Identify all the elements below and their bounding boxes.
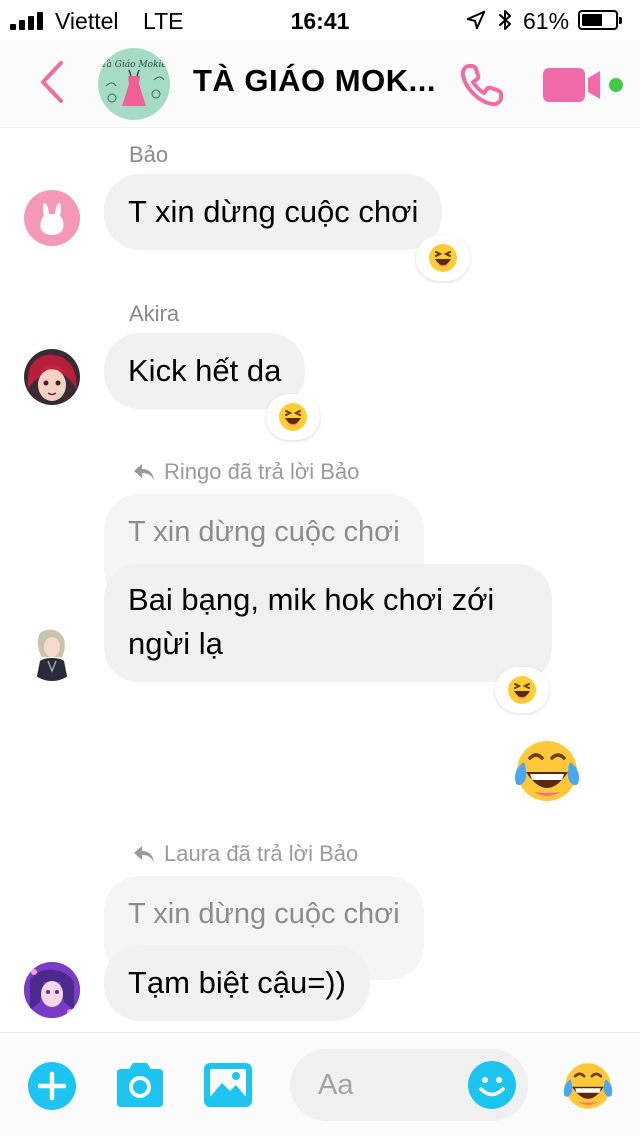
message-composer bbox=[0, 1032, 640, 1136]
phone-icon[interactable] bbox=[457, 60, 507, 110]
battery-percentage: 61% bbox=[523, 8, 570, 34]
laughing-emoji-icon bbox=[279, 403, 307, 431]
reaction-badge[interactable] bbox=[495, 667, 549, 713]
sender-name: Bảo bbox=[129, 142, 169, 167]
bunny-icon bbox=[40, 202, 64, 235]
reply-hint-text: Ringo đã trả lời Bảo bbox=[164, 459, 360, 484]
sender-name: Akira bbox=[129, 301, 180, 326]
status-bar: Viettel LTE 16:41 61% bbox=[0, 0, 640, 40]
laughing-emoji-icon bbox=[508, 676, 536, 704]
chat-title[interactable]: TÀ GIÁO MOK... bbox=[193, 63, 436, 99]
message-text-line: Bai bạng, mik hok chơi zới bbox=[128, 582, 495, 617]
reply-hint: Ringo đã trả lời Bảo bbox=[132, 459, 359, 485]
reaction-badge[interactable] bbox=[266, 394, 320, 440]
message-bubble[interactable]: T xin dừng cuộc chơi bbox=[104, 174, 443, 250]
location-arrow-icon bbox=[466, 10, 486, 30]
tears-of-joy-emoji-icon[interactable] bbox=[510, 736, 584, 806]
smiley-icon[interactable] bbox=[467, 1060, 517, 1110]
laughing-emoji-icon bbox=[429, 244, 457, 272]
video-camera-icon[interactable] bbox=[542, 66, 602, 104]
message-bubble[interactable]: Bai bạng, mik hok chơi zới ngừi lạ bbox=[104, 564, 552, 682]
message-text-line: ngừi lạ bbox=[128, 626, 223, 661]
dress-icon bbox=[105, 69, 165, 106]
avatar[interactable] bbox=[24, 625, 80, 681]
reply-arrow-icon bbox=[134, 464, 154, 480]
chevron-left-icon bbox=[41, 61, 63, 103]
reply-hint-text: Laura đã trả lời Bảo bbox=[164, 841, 359, 866]
reaction-badge[interactable] bbox=[416, 235, 470, 281]
bluetooth-icon bbox=[499, 10, 511, 30]
battery-icon bbox=[578, 10, 622, 30]
plus-icon[interactable] bbox=[27, 1061, 77, 1111]
anime-avatar-icon bbox=[24, 962, 80, 1018]
back-button[interactable] bbox=[32, 58, 72, 106]
avatar[interactable] bbox=[24, 190, 80, 246]
online-status-indicator bbox=[607, 76, 625, 94]
group-avatar[interactable]: Tà Giáo Mokie bbox=[98, 48, 170, 120]
camera-icon[interactable] bbox=[113, 1061, 167, 1109]
anime-avatar-icon bbox=[28, 354, 77, 401]
reply-hint: Laura đã trả lời Bảo bbox=[132, 841, 358, 867]
chat-header: Tà Giáo Mokie TÀ GIÁO MOK... bbox=[0, 40, 640, 128]
photo-icon[interactable] bbox=[202, 1061, 254, 1109]
reply-arrow-icon bbox=[134, 846, 154, 862]
avatar[interactable] bbox=[24, 962, 80, 1018]
tears-of-joy-emoji-icon[interactable] bbox=[560, 1059, 616, 1113]
message-bubble[interactable]: Tạm biệt cậu=)) bbox=[104, 945, 370, 1021]
avatar[interactable] bbox=[24, 349, 80, 405]
anime-avatar-icon bbox=[36, 629, 68, 681]
